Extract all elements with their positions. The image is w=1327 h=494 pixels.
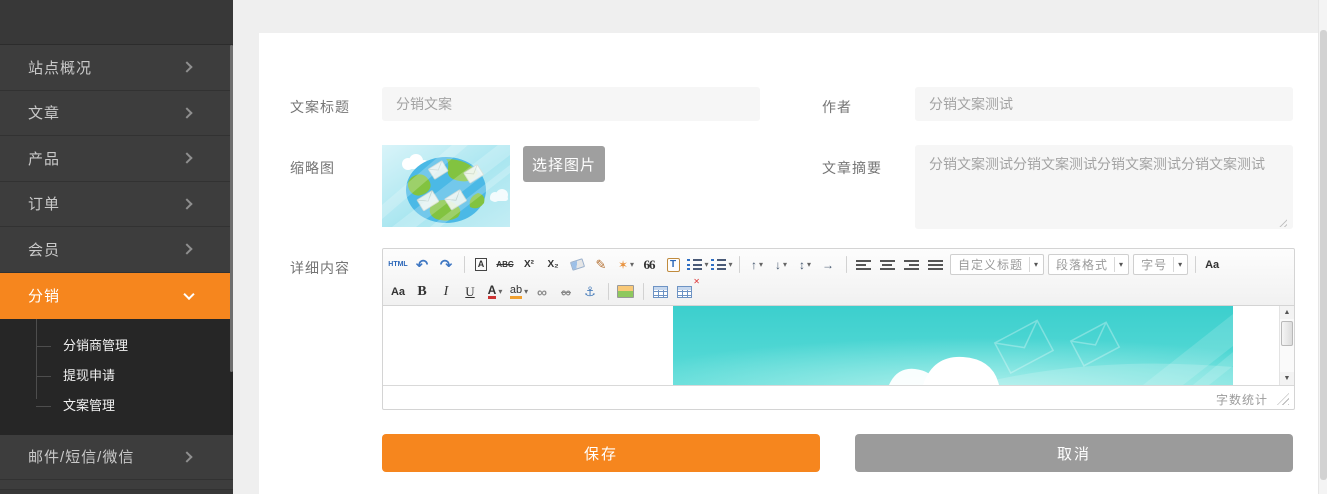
editor-scrollbar-thumb[interactable] bbox=[1281, 321, 1293, 346]
redo-icon[interactable]: ↷ bbox=[436, 254, 458, 276]
align-left-icon[interactable] bbox=[853, 254, 875, 276]
align-justify-icon[interactable] bbox=[925, 254, 947, 276]
toolbar-row-2: Aa B I U bbox=[387, 278, 1290, 305]
sidebar-item[interactable]: 会员 bbox=[0, 227, 233, 273]
thumbnail-label: 缩略图 bbox=[290, 158, 335, 178]
superscript-icon[interactable]: X² bbox=[519, 254, 541, 276]
format-brush-icon[interactable]: ✎ bbox=[591, 254, 613, 276]
chevron-right-icon bbox=[181, 62, 192, 73]
editor-resize-grip[interactable] bbox=[1277, 393, 1289, 405]
summary-label: 文章摘要 bbox=[822, 158, 882, 178]
content-banner-image bbox=[673, 306, 1233, 385]
html-source-icon[interactable]: HTML bbox=[388, 254, 410, 276]
choose-image-button[interactable]: 选择图片 bbox=[523, 146, 605, 182]
toolbar-separator bbox=[464, 256, 465, 273]
blockquote-icon[interactable]: 66 bbox=[639, 254, 661, 276]
link-icon[interactable]: ∞ bbox=[532, 281, 554, 303]
toolbar-separator bbox=[1195, 256, 1196, 273]
paste-text-icon[interactable]: T bbox=[663, 254, 685, 276]
image-icon[interactable] bbox=[615, 281, 637, 303]
ordered-list-icon[interactable]: ▾ bbox=[687, 254, 709, 276]
autotypeset-icon[interactable]: ✶ ▾ bbox=[615, 254, 637, 276]
char-border-icon[interactable]: A bbox=[471, 254, 493, 276]
toolbar-row-1: HTML ↶ ↷ bbox=[387, 251, 1290, 278]
sidebar-item-distribution[interactable]: 分销 bbox=[0, 273, 233, 319]
title-input[interactable] bbox=[382, 87, 760, 121]
sidebar-next-item-stub bbox=[0, 489, 233, 494]
chevron-right-icon bbox=[181, 198, 192, 209]
sidebar-item[interactable]: 邮件/短信/微信 bbox=[0, 435, 233, 481]
indent-icon[interactable]: → bbox=[818, 254, 840, 276]
word-count-label: 字数统计 bbox=[1216, 391, 1268, 408]
sidebar-scrollbar-thumb[interactable] bbox=[230, 45, 233, 372]
page-scrollbar-thumb[interactable] bbox=[1320, 30, 1327, 480]
rowspacing-top-icon[interactable]: ↑ ▾ bbox=[746, 254, 768, 276]
cancel-button[interactable]: 取消 bbox=[855, 434, 1293, 472]
unlink-icon[interactable]: ∞ bbox=[556, 281, 578, 303]
content-label: 详细内容 bbox=[290, 258, 350, 278]
back-color-icon[interactable]: ab ▾ bbox=[508, 281, 530, 303]
undo-icon[interactable]: ↶ bbox=[412, 254, 434, 276]
italic-icon[interactable]: I bbox=[436, 281, 458, 303]
sidebar-item[interactable]: 文章 bbox=[0, 91, 233, 137]
subscript-icon[interactable]: X₂ bbox=[543, 254, 565, 276]
sidebar-submenu: 分销商管理 提现申请 文案管理 bbox=[0, 319, 233, 435]
font-size-select[interactable]: 字号 ▾ bbox=[1133, 254, 1188, 275]
sidebar-menu-top: 站点概况 文章 产品 订单 会员 bbox=[0, 45, 233, 273]
sidebar-subitem[interactable]: 提现申请 bbox=[0, 361, 233, 391]
anchor-icon[interactable]: ⚓ bbox=[580, 281, 602, 303]
editor-scrollbar: ▲ ▼ bbox=[1279, 306, 1294, 385]
toolbar-separator bbox=[739, 256, 740, 273]
chevron-down-icon bbox=[183, 288, 194, 299]
author-label: 作者 bbox=[822, 97, 852, 117]
sidebar-item[interactable]: 产品 bbox=[0, 136, 233, 182]
page-scrollbar bbox=[1318, 0, 1327, 494]
toolbar-separator bbox=[643, 283, 644, 300]
eraser-icon[interactable] bbox=[567, 254, 589, 276]
sidebar-subitem[interactable]: 文案管理 bbox=[0, 391, 233, 421]
line-height-icon[interactable]: ↕ ▾ bbox=[794, 254, 816, 276]
chevron-right-icon bbox=[181, 107, 192, 118]
bold-icon[interactable]: B bbox=[412, 281, 434, 303]
thumbnail-image bbox=[382, 145, 510, 227]
underline-icon[interactable]: U bbox=[460, 281, 482, 303]
title-label: 文案标题 bbox=[290, 97, 350, 117]
custom-title-select[interactable]: 自定义标题 ▾ bbox=[950, 254, 1044, 275]
author-input[interactable] bbox=[915, 87, 1293, 121]
sidebar-menu-bottom: 邮件/短信/微信 bbox=[0, 435, 233, 481]
content-panel: 文案标题 作者 缩略图 选 bbox=[259, 33, 1318, 494]
rowspacing-bottom-icon[interactable]: ↓ ▾ bbox=[770, 254, 792, 276]
editor-toolbar: HTML ↶ ↷ bbox=[383, 249, 1294, 306]
sidebar-header bbox=[0, 0, 233, 45]
paragraph-format-select[interactable]: 段落格式 ▾ bbox=[1048, 254, 1129, 275]
align-right-icon[interactable] bbox=[901, 254, 923, 276]
save-button[interactable]: 保存 bbox=[382, 434, 820, 472]
toolbar-separator bbox=[846, 256, 847, 273]
chevron-right-icon bbox=[181, 451, 192, 462]
sidebar-item[interactable]: 站点概况 bbox=[0, 45, 233, 91]
font-color-icon[interactable]: A ▾ bbox=[484, 281, 506, 303]
chevron-right-icon bbox=[181, 244, 192, 255]
editor-status-bar: 字数统计 bbox=[383, 385, 1294, 409]
unordered-list-icon[interactable]: ▾ bbox=[711, 254, 733, 276]
toolbar-separator bbox=[608, 283, 609, 300]
chevron-right-icon bbox=[181, 153, 192, 164]
rich-text-editor: HTML ↶ ↷ bbox=[382, 248, 1295, 410]
sidebar-subitem[interactable]: 分销商管理 bbox=[0, 331, 233, 361]
sidebar-item[interactable]: 订单 bbox=[0, 182, 233, 228]
strikethrough-icon[interactable]: ABC bbox=[495, 254, 517, 276]
scroll-down-icon[interactable]: ▼ bbox=[1280, 372, 1294, 385]
summary-textarea[interactable]: 分销文案测试分销文案测试分销文案测试分销文案测试 bbox=[915, 145, 1293, 229]
delete-table-icon[interactable] bbox=[674, 281, 696, 303]
sidebar: 站点概况 文章 产品 订单 会员 分销 bbox=[0, 0, 233, 494]
to-lowercase-icon[interactable]: Aa bbox=[388, 281, 410, 303]
insert-table-icon[interactable] bbox=[650, 281, 672, 303]
align-center-icon[interactable] bbox=[877, 254, 899, 276]
to-uppercase-icon[interactable]: Aa bbox=[1202, 254, 1224, 276]
scroll-up-icon[interactable]: ▲ bbox=[1280, 306, 1294, 319]
editor-content-area[interactable]: ▲ ▼ bbox=[383, 306, 1294, 385]
